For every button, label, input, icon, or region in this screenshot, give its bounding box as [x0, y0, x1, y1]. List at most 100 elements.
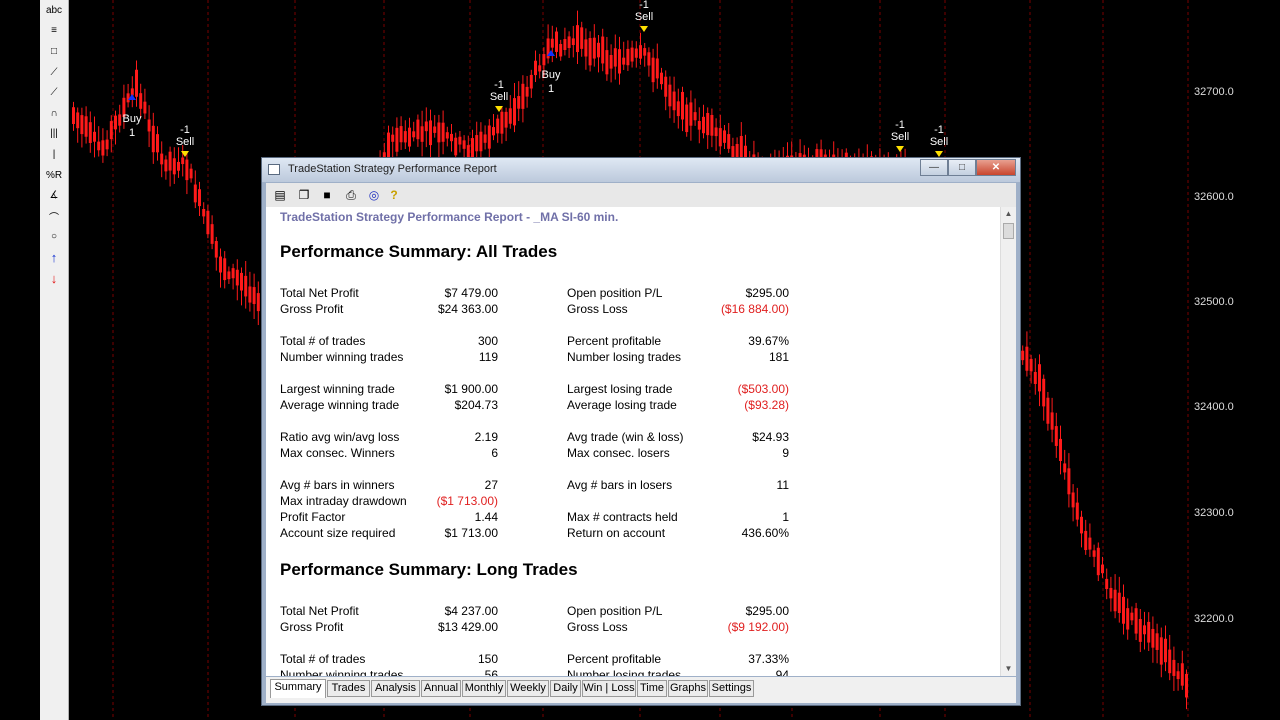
export-icon[interactable]: ▤ [272, 187, 288, 203]
candle-body [416, 119, 420, 140]
candle-body [248, 286, 252, 303]
candle-body [219, 256, 222, 273]
stat-value: 37.33% [748, 652, 789, 666]
gann-fan-tool-icon[interactable]: ∡ [40, 185, 68, 206]
trendline2-tool-icon[interactable]: ⟋ [40, 82, 68, 103]
candle-body [101, 140, 105, 156]
tab-annual[interactable]: Annual [421, 680, 461, 697]
stat-row: Account size required $1 713.00 Return on … [266, 526, 1000, 542]
window-titlebar[interactable]: TradeStation Strategy Performance Report… [262, 158, 1020, 182]
candle-body [1092, 550, 1096, 557]
section-title: Performance Summary: All Trades [280, 242, 558, 261]
candle-body [626, 48, 630, 66]
candle-body [571, 38, 575, 46]
candle-body [496, 118, 500, 134]
trendline-tool-icon[interactable]: ⟋ [40, 62, 68, 83]
signal-label: Buy [123, 113, 142, 125]
window-icon [268, 164, 280, 175]
vertical-scrollbar[interactable]: ▲ ▼ [1000, 207, 1016, 676]
candle-body [1159, 637, 1163, 665]
signal-label: Sell [635, 11, 653, 23]
candle-body [1042, 378, 1046, 407]
candle-body [479, 131, 483, 152]
stat-value: ($503.00) [737, 382, 789, 396]
candle-body [156, 134, 159, 153]
candle-body [542, 54, 546, 66]
tab-weekly[interactable]: Weekly [507, 680, 549, 697]
candle-body [1143, 625, 1146, 635]
stat-label: Avg # bars in winners [280, 478, 395, 492]
tab-analysis[interactable]: Analysis [371, 680, 420, 697]
vertical-line-tool-icon[interactable]: | [40, 144, 68, 165]
candle-body [714, 127, 718, 137]
tab-win-loss[interactable]: Win | Loss [582, 680, 636, 697]
candle-body [1151, 628, 1155, 648]
stat-label: Max intraday drawdown [280, 494, 407, 508]
target-icon[interactable]: ◎ [366, 187, 382, 203]
copy-icon[interactable]: ❐ [296, 187, 312, 203]
arc-tool-icon[interactable]: ∩ [40, 103, 68, 124]
buy-arrow-tool-icon[interactable]: ↑ [40, 247, 68, 268]
tab-graphs[interactable]: Graphs [668, 680, 708, 697]
candle-body [76, 112, 80, 129]
print-icon[interactable]: ⎙ [343, 187, 359, 203]
candle-body [256, 293, 260, 312]
sell-arrow-tool-icon[interactable]: ↓ [40, 268, 68, 289]
stat-value: 9 [782, 446, 789, 460]
candle-body [584, 39, 588, 57]
tab-summary[interactable]: Summary [270, 679, 326, 698]
stat-label: Total # of trades [280, 652, 366, 666]
candle-body [1168, 649, 1172, 674]
candle-body [676, 101, 680, 117]
help-icon[interactable]: ? [386, 187, 402, 203]
candle-body [198, 189, 201, 207]
candle-body [193, 184, 197, 203]
candle-body [1088, 537, 1092, 550]
candle-body [240, 272, 243, 291]
signal-label: Sell [930, 136, 948, 148]
report-header: TradeStation Strategy Performance Report… [280, 210, 619, 224]
candle-body [639, 45, 642, 59]
vertical-lines-tool-icon[interactable]: ||| [40, 124, 68, 145]
percent-r-tool[interactable]: %R [40, 165, 68, 186]
price-label: 32600.0 [1194, 191, 1234, 203]
minimize-button[interactable]: — [920, 159, 948, 176]
candle-body [189, 168, 193, 179]
candle-body [1080, 516, 1083, 534]
tab-time[interactable]: Time [637, 680, 667, 697]
signal-label: Sell [176, 136, 194, 148]
stat-row: Max consec. Winners 6 Max consec. losers 9 [266, 446, 1000, 462]
price-label: 32300.0 [1194, 507, 1234, 519]
rectangle-tool-icon[interactable]: □ [40, 41, 68, 62]
lines-tool-icon[interactable]: ≡ [40, 21, 68, 42]
text-tool[interactable]: abc [40, 0, 68, 21]
maximize-button[interactable]: □ [948, 159, 976, 176]
tab-monthly[interactable]: Monthly [462, 680, 506, 697]
stat-value: $4 237.00 [444, 604, 498, 618]
stat-value: 56 [484, 668, 498, 676]
tab-settings[interactable]: Settings [709, 680, 754, 697]
curve-tool-icon[interactable]: ⌒ [40, 206, 68, 227]
close-button[interactable]: ✕ [976, 159, 1016, 176]
candle-body [151, 125, 155, 153]
stat-label: Open position P/L [567, 286, 663, 300]
drawing-toolbar: abc ≡ □ ⟋ ⟋ ∩ ||| | %R ∡ ⌒ ○ ↑ ↓ [40, 0, 69, 720]
candle-body [550, 38, 554, 48]
candle-body [1054, 426, 1058, 446]
candle-body [580, 27, 584, 49]
candle-body [1059, 438, 1062, 461]
candle-body [1033, 371, 1037, 384]
candle-body [710, 114, 714, 136]
candle-body [1164, 638, 1167, 663]
stat-row: Total Net Profit $4 237.00 Open position P… [266, 604, 1000, 620]
stat-row: Avg # bars in winners 27 Avg # bars in los… [266, 478, 1000, 494]
scroll-down-icon[interactable]: ▼ [1001, 662, 1016, 676]
candle-body [1101, 564, 1104, 574]
tab-trades[interactable]: Trades [327, 680, 370, 697]
scroll-up-icon[interactable]: ▲ [1001, 207, 1016, 221]
save-icon[interactable]: ■ [319, 187, 335, 203]
tab-daily[interactable]: Daily [550, 680, 581, 697]
ellipse-tool-icon[interactable]: ○ [40, 227, 68, 248]
scroll-thumb[interactable] [1003, 223, 1014, 239]
signal-label: Sell [891, 131, 909, 143]
